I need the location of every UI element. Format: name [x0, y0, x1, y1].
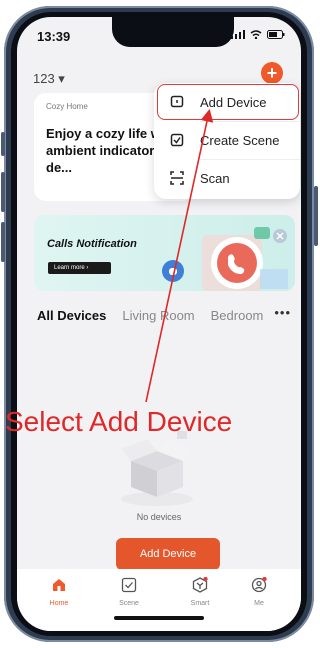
- tab-smart-label: Smart: [190, 600, 210, 607]
- tab-scene[interactable]: Scene: [99, 577, 159, 607]
- scan-icon: [168, 169, 186, 187]
- notch: [112, 17, 234, 47]
- volume-up-button: [1, 172, 5, 212]
- empty-box-illustration: [121, 431, 193, 506]
- bottom-tab-bar: Home Scene Smart Me: [17, 569, 301, 631]
- tab-all-devices[interactable]: All Devices: [37, 308, 106, 323]
- tab-me[interactable]: Me: [229, 576, 289, 607]
- tab-bedroom[interactable]: Bedroom: [211, 308, 264, 323]
- me-icon: [251, 576, 267, 593]
- banner-title: Calls Notification: [47, 238, 137, 250]
- tab-smart[interactable]: Smart: [170, 576, 230, 607]
- add-device-button[interactable]: Add Device: [116, 538, 220, 570]
- annotation-text: Select Add Device: [5, 406, 233, 437]
- menu-item-create-scene[interactable]: Create Scene: [154, 122, 300, 158]
- more-tabs-icon[interactable]: •••: [272, 305, 291, 320]
- room-tabs: All Devices Living Room Bedroom: [37, 308, 279, 323]
- tab-scene-label: Scene: [119, 600, 139, 607]
- phone-call-icon: [202, 227, 288, 291]
- status-time: 13:39: [37, 29, 71, 44]
- scene-icon: [121, 577, 137, 593]
- tab-me-label: Me: [254, 600, 264, 607]
- no-devices-message: No devices: [136, 512, 182, 522]
- power-button: [314, 186, 318, 246]
- bell-icon: [162, 260, 184, 282]
- tab-home[interactable]: Home: [29, 577, 89, 607]
- home-icon: [53, 579, 65, 591]
- create-scene-icon: [168, 131, 186, 149]
- calls-notification-banner[interactable]: Calls Notification Learn more ›: [34, 215, 295, 291]
- volume-down-button: [1, 222, 5, 262]
- card-label: Cozy Home: [46, 102, 88, 111]
- add-device-highlight: [157, 84, 299, 120]
- phone-screen: 13:39 123 ▾ + Cozy Home Enjoy a cozy lif…: [17, 17, 301, 631]
- learn-more-button[interactable]: Learn more ›: [48, 262, 111, 274]
- smart-icon: [192, 576, 208, 593]
- home-selector[interactable]: 123 ▾: [33, 71, 65, 87]
- menu-item-label: Scan: [200, 170, 230, 186]
- wifi-icon: [250, 30, 262, 39]
- battery-icon: [267, 30, 285, 39]
- status-icons: [231, 30, 285, 39]
- tab-living-room[interactable]: Living Room: [122, 308, 194, 323]
- menu-item-scan[interactable]: Scan: [154, 160, 300, 196]
- menu-item-label: Create Scene: [200, 132, 280, 148]
- add-plus-button[interactable]: +: [261, 62, 283, 84]
- tab-home-label: Home: [49, 600, 69, 607]
- side-button: [1, 132, 5, 156]
- home-indicator: [114, 616, 204, 620]
